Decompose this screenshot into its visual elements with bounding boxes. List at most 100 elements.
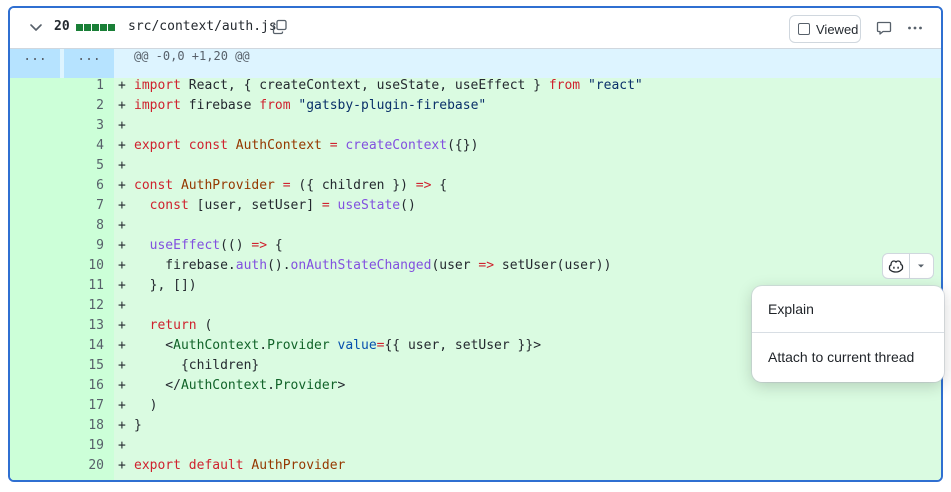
table-row: 4 + export const AuthContext = createConte…: [10, 138, 941, 158]
menu-item-explain[interactable]: Explain: [752, 286, 944, 332]
diff-file-panel: 20 src/context/auth.js Viewed ... ... @@…: [8, 6, 943, 482]
table-row: 9 + useEffect(() => {: [10, 238, 941, 258]
changes-count: 20: [54, 19, 70, 34]
hunk-header: ... ... @@ -0,0 +1,20 @@: [10, 49, 941, 78]
line-number[interactable]: 3: [64, 118, 104, 133]
collapse-toggle[interactable]: [28, 19, 46, 37]
code-text: const [user, setUser] = useState(): [149, 198, 416, 213]
added-marker: +: [118, 358, 126, 373]
table-row: 8 +: [10, 218, 941, 238]
code-text: import React, { createContext, useState,…: [134, 78, 643, 93]
line-number[interactable]: 17: [64, 398, 104, 413]
line-number[interactable]: 11: [64, 278, 104, 293]
table-row: 17 + ): [10, 398, 941, 418]
code-text: export default AuthProvider: [134, 458, 346, 473]
added-marker: +: [118, 298, 126, 313]
table-row: 18 +}: [10, 418, 941, 438]
code-text: const AuthProvider = ({ children }) => {: [134, 178, 448, 193]
hunk-range: @@ -0,0 +1,20 @@: [134, 49, 250, 63]
line-number[interactable]: 16: [64, 378, 104, 393]
line-number[interactable]: 1: [64, 78, 104, 93]
expand-left-button[interactable]: ...: [10, 49, 60, 78]
added-marker: +: [118, 238, 126, 253]
diff-rows: 1 + import React, { createContext, useStat…: [10, 78, 941, 478]
menu-divider: [752, 332, 944, 333]
file-path[interactable]: src/context/auth.js: [128, 19, 277, 34]
line-number[interactable]: 15: [64, 358, 104, 373]
added-marker: +: [118, 118, 126, 133]
added-marker: +: [118, 378, 126, 393]
copy-path-button[interactable]: [272, 19, 290, 37]
table-row: 20 + export default AuthProvider: [10, 458, 941, 478]
added-marker: +: [118, 158, 126, 173]
line-number[interactable]: 18: [64, 418, 104, 433]
added-marker: +: [118, 338, 126, 353]
copilot-menu: Explain Attach to current thread: [752, 286, 944, 382]
table-row: 1 + import React, { createContext, useStat…: [10, 78, 941, 98]
file-header: 20 src/context/auth.js Viewed: [10, 8, 941, 49]
table-row: 3 +: [10, 118, 941, 138]
table-row: 10 + firebase.auth().onAuthStateChanged(u…: [10, 258, 941, 278]
code-text: export const AuthContext = createContext…: [134, 138, 479, 153]
code-text: }, []): [134, 278, 197, 293]
added-marker: +: [118, 218, 126, 233]
line-number[interactable]: 4: [64, 138, 104, 153]
viewed-label: Viewed: [816, 21, 859, 37]
table-row: 19 +: [10, 438, 941, 458]
line-number[interactable]: 13: [64, 318, 104, 333]
line-number[interactable]: 7: [64, 198, 104, 213]
added-marker: +: [118, 178, 126, 193]
code-text: }: [134, 418, 142, 433]
diffstat-bar: [76, 24, 115, 31]
added-marker: +: [118, 398, 126, 413]
copilot-icon: [888, 260, 904, 273]
line-number[interactable]: 5: [64, 158, 104, 173]
triangle-down-icon: [918, 264, 925, 268]
line-number[interactable]: 9: [64, 238, 104, 253]
added-marker: +: [118, 318, 126, 333]
added-marker: +: [118, 258, 126, 273]
diffstat-square: [92, 24, 99, 31]
added-marker: +: [118, 458, 126, 473]
more-options-button[interactable]: [907, 20, 925, 38]
line-number[interactable]: 6: [64, 178, 104, 193]
code-text: import firebase from "gatsby-plugin-fire…: [134, 98, 487, 113]
code-text: <AuthContext.Provider value={{ user, set…: [134, 338, 542, 353]
copilot-dropdown-button[interactable]: [910, 254, 933, 278]
added-marker: +: [118, 438, 126, 453]
added-marker: +: [118, 138, 126, 153]
kebab-horizontal-icon: [908, 26, 922, 30]
diffstat-square: [84, 24, 91, 31]
line-number[interactable]: 14: [64, 338, 104, 353]
line-number[interactable]: 2: [64, 98, 104, 113]
code-text: {children}: [134, 358, 260, 373]
code-text: useEffect(() => {: [149, 238, 283, 253]
copilot-button-group: [882, 253, 934, 279]
added-marker: +: [118, 198, 126, 213]
added-marker: +: [118, 78, 126, 93]
comment-button[interactable]: [876, 20, 894, 38]
line-number[interactable]: 8: [64, 218, 104, 233]
added-marker: +: [118, 98, 126, 113]
line-number[interactable]: 19: [64, 438, 104, 453]
line-number[interactable]: 20: [64, 458, 104, 473]
code-text: return (: [149, 318, 213, 333]
diffstat-square: [108, 24, 115, 31]
code-text: firebase.auth().onAuthStateChanged(user …: [134, 258, 612, 273]
table-row: 2 + import firebase from "gatsby-plugin-fi…: [10, 98, 941, 118]
code-lines: 1 + import React, { createContext, useStat…: [10, 78, 941, 480]
table-row: 5 +: [10, 158, 941, 178]
line-number[interactable]: 12: [64, 298, 104, 313]
diffstat-square: [100, 24, 107, 31]
added-marker: +: [118, 418, 126, 433]
menu-item-attach-to-thread[interactable]: Attach to current thread: [752, 334, 944, 380]
copilot-button[interactable]: [883, 254, 910, 278]
viewed-toggle[interactable]: Viewed: [789, 15, 861, 43]
diffstat-square: [76, 24, 83, 31]
expand-right-button[interactable]: ...: [64, 49, 114, 78]
added-marker: +: [118, 278, 126, 293]
viewed-checkbox[interactable]: [798, 23, 810, 35]
chevron-down-icon: [30, 24, 42, 31]
line-number[interactable]: 10: [64, 258, 104, 273]
code-text: ): [134, 398, 158, 413]
